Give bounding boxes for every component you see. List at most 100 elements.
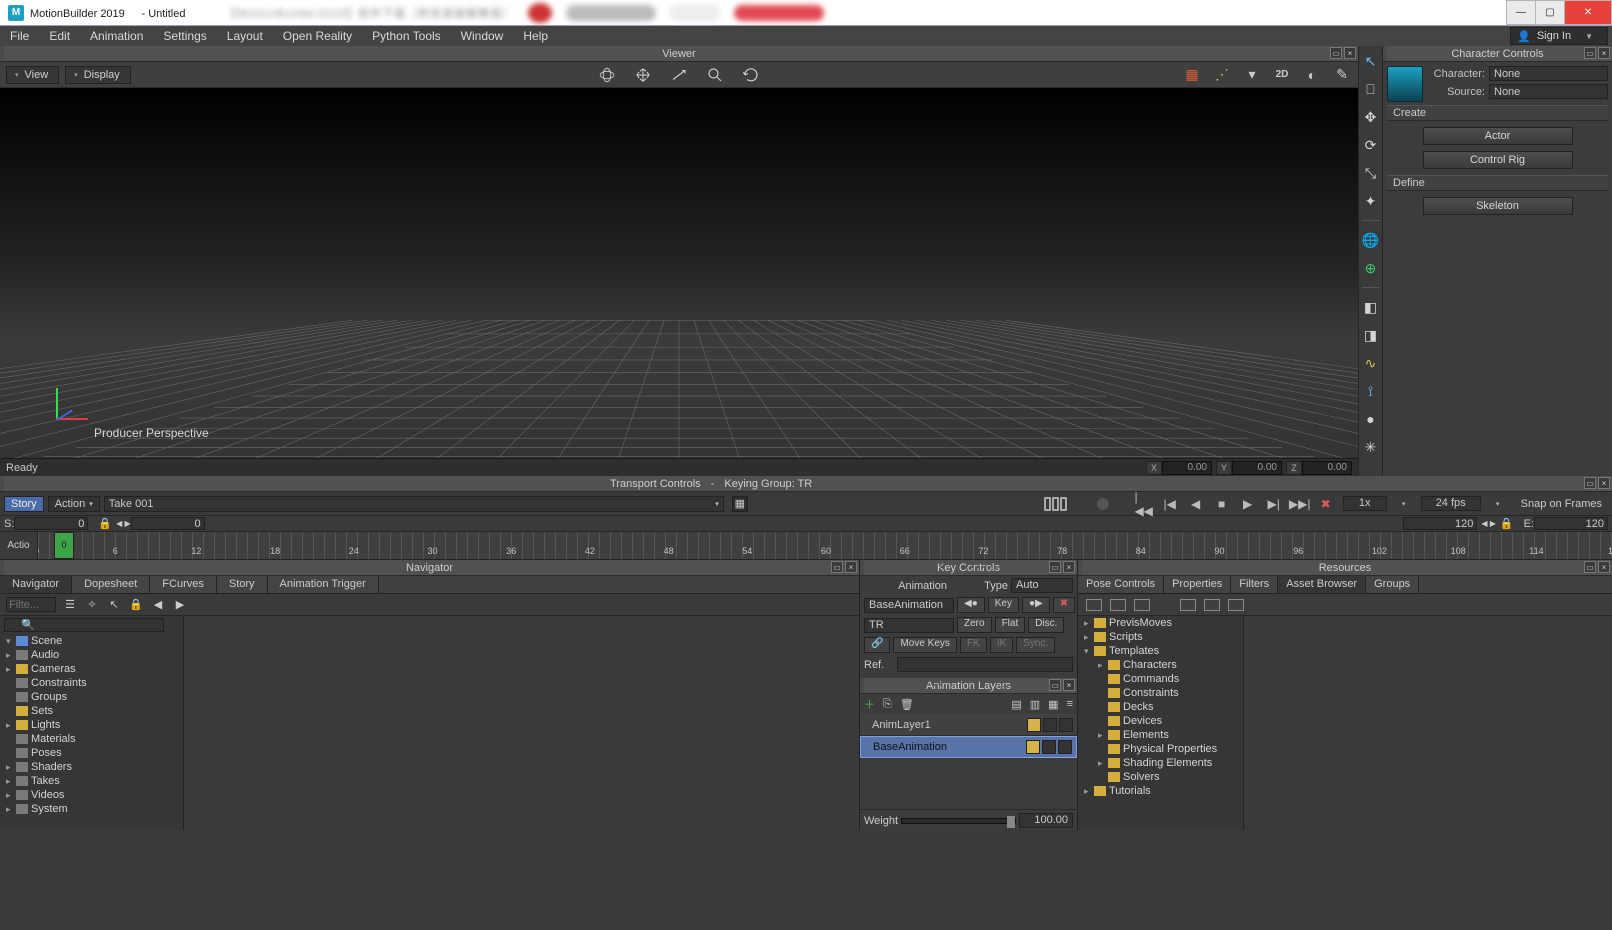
dolly-icon[interactable]	[669, 65, 689, 85]
view-grid-icon[interactable]	[1204, 599, 1220, 611]
playback-speed-dropdown[interactable]: 1x	[1343, 496, 1387, 511]
select-tool-icon[interactable]: ↖	[1362, 52, 1380, 70]
window-minimize[interactable]: —	[1506, 0, 1536, 25]
signin-button[interactable]: 👤 Sign In ▼	[1510, 27, 1608, 45]
weight-slider[interactable]	[901, 818, 1016, 824]
go-end-icon[interactable]: ▶▶|	[1291, 497, 1309, 511]
menu-help[interactable]: Help	[513, 26, 558, 46]
pan-icon[interactable]	[633, 65, 653, 85]
speed-caret-icon[interactable]: ▾	[1395, 497, 1413, 511]
undo-view-icon[interactable]	[741, 65, 761, 85]
resources-tree-item[interactable]: ▸Scripts	[1078, 630, 1243, 644]
viewer-close-icon[interactable]: ×	[1344, 47, 1356, 59]
ik-button[interactable]: IK	[990, 637, 1013, 653]
resources-tree-item[interactable]: ▸PrevisMoves	[1078, 616, 1243, 630]
scale-tool-icon[interactable]: ⤡	[1362, 164, 1380, 182]
key-button[interactable]: Key	[988, 597, 1019, 613]
tree-search-input[interactable]	[4, 618, 164, 632]
orbit-icon[interactable]	[597, 65, 617, 85]
camera-path-icon[interactable]: ◐	[1302, 65, 1322, 85]
zoom-icon[interactable]	[705, 65, 725, 85]
layer-ic3[interactable]: ▦	[1048, 698, 1058, 711]
delete-key-icon[interactable]: ✖	[1317, 497, 1335, 511]
anim-layer-dropdown[interactable]: BaseAnimation	[864, 598, 954, 613]
resources-tree-item[interactable]: Constraints	[1078, 686, 1243, 700]
navigator-tree[interactable]: ▾Scene▸Audio▸CamerasConstraintsGroupsSet…	[0, 616, 184, 830]
prev-icon[interactable]: ◀	[150, 597, 166, 613]
source-dropdown[interactable]: None	[1489, 84, 1608, 99]
res-undock-icon[interactable]: ▭	[1584, 561, 1596, 573]
tree-item[interactable]: ▸Lights	[0, 718, 183, 732]
actor-button[interactable]: Actor	[1423, 127, 1573, 145]
fk-button[interactable]: FK	[960, 637, 987, 653]
resources-tree-item[interactable]: ▸Tutorials	[1078, 784, 1243, 798]
tree-item[interactable]: ▸Cameras	[0, 662, 183, 676]
ghost-icon[interactable]: ▾	[1242, 65, 1262, 85]
brush-icon[interactable]: ✎	[1332, 65, 1352, 85]
sphere-icon[interactable]: ●	[1362, 410, 1380, 428]
tab-anim-trigger[interactable]: Animation Trigger	[268, 576, 379, 593]
layers-undock-icon[interactable]: ▭	[1049, 679, 1061, 691]
tab-filters[interactable]: Filters	[1231, 576, 1278, 593]
resources-tree-item[interactable]: ▸Elements	[1078, 728, 1243, 742]
menu-animation[interactable]: Animation	[80, 26, 153, 46]
layer-solo-toggle[interactable]	[1043, 718, 1057, 732]
menu-window[interactable]: Window	[451, 26, 514, 46]
range-start-input[interactable]: 0	[14, 517, 88, 530]
prev-key-button[interactable]: ◀●	[957, 597, 985, 613]
view-list-icon[interactable]	[1180, 599, 1196, 611]
lock-icon[interactable]: 🔒	[128, 597, 144, 613]
tree-item[interactable]: ▸Audio	[0, 648, 183, 662]
skeleton-button[interactable]: Skeleton	[1423, 197, 1573, 215]
layer-menu-icon[interactable]: ≡	[1067, 698, 1073, 710]
snap-icon[interactable]: ✳	[1362, 438, 1380, 456]
resources-tree-item[interactable]: ▸Characters	[1078, 658, 1243, 672]
tab-story[interactable]: Story	[217, 576, 268, 593]
take-dropdown[interactable]: Take 001▾	[104, 496, 724, 512]
tab-dopesheet[interactable]: Dopesheet	[72, 576, 150, 593]
anim-layer-row[interactable]: AnimLayer1	[860, 714, 1077, 736]
layer-ic2[interactable]: ▥	[1030, 698, 1040, 711]
menu-open-reality[interactable]: Open Reality	[273, 26, 362, 46]
navigator-filter-input[interactable]	[6, 597, 56, 612]
add-layer-icon[interactable]: ＋	[864, 696, 875, 712]
star-icon[interactable]: ✧	[84, 597, 100, 613]
tree-item[interactable]: Constraints	[0, 676, 183, 690]
layer-solo-toggle[interactable]	[1042, 740, 1056, 754]
resources-tree-item[interactable]: Devices	[1078, 714, 1243, 728]
timeline-cursor[interactable]: 0	[54, 532, 74, 559]
transport-undock-icon[interactable]: ▭	[1584, 477, 1596, 489]
key-close-icon[interactable]: ×	[1063, 561, 1075, 573]
ref-dropdown[interactable]	[897, 657, 1073, 672]
anim-layer-row[interactable]: BaseAnimation	[860, 736, 1077, 758]
tree-item[interactable]: ▸System	[0, 802, 183, 816]
tree-item[interactable]: ▾Scene	[0, 634, 183, 648]
globe-icon[interactable]: 🌐	[1362, 231, 1380, 249]
transform-tool-icon[interactable]: ✦	[1362, 192, 1380, 210]
slate-icon[interactable]: ▦	[732, 496, 748, 512]
record-button[interactable]	[1097, 498, 1109, 510]
resources-tree[interactable]: ▸PrevisMoves▸Scripts▾Templates▸Character…	[1078, 616, 1244, 830]
stop-icon[interactable]: ■	[1213, 497, 1231, 511]
lock-start-icon[interactable]: 🔒	[98, 517, 112, 530]
rotate-tool-icon[interactable]: ⟳	[1362, 136, 1380, 154]
view-split-icon[interactable]	[1110, 599, 1126, 611]
tr-dropdown[interactable]: TR	[864, 618, 954, 633]
cube2-icon[interactable]: ◨	[1362, 326, 1380, 344]
menu-file[interactable]: File	[0, 26, 39, 46]
marquee-tool-icon[interactable]: ⎕	[1362, 80, 1380, 98]
tree-item[interactable]: ▸Shaders	[0, 760, 183, 774]
tab-properties[interactable]: Properties	[1164, 576, 1231, 593]
tree-item[interactable]: ▸Takes	[0, 774, 183, 788]
range-start2-input[interactable]: 0	[131, 517, 205, 530]
pin-icon[interactable]: ⟟	[1362, 382, 1380, 400]
view-thumb-icon[interactable]	[1086, 599, 1102, 611]
range-end2-input[interactable]: 120	[1403, 517, 1477, 530]
sync-button[interactable]: Sync.	[1016, 637, 1055, 653]
timeline-ruler[interactable]: Actio 0 06121824303642485460667278849096…	[0, 532, 1612, 560]
tree-item[interactable]: Materials	[0, 732, 183, 746]
view-dropdown[interactable]: ▾View	[6, 66, 59, 84]
viewer-undock-icon[interactable]: ▭	[1330, 47, 1342, 59]
range-end-input[interactable]: 120	[1534, 517, 1608, 530]
resources-tree-item[interactable]: Physical Properties	[1078, 742, 1243, 756]
